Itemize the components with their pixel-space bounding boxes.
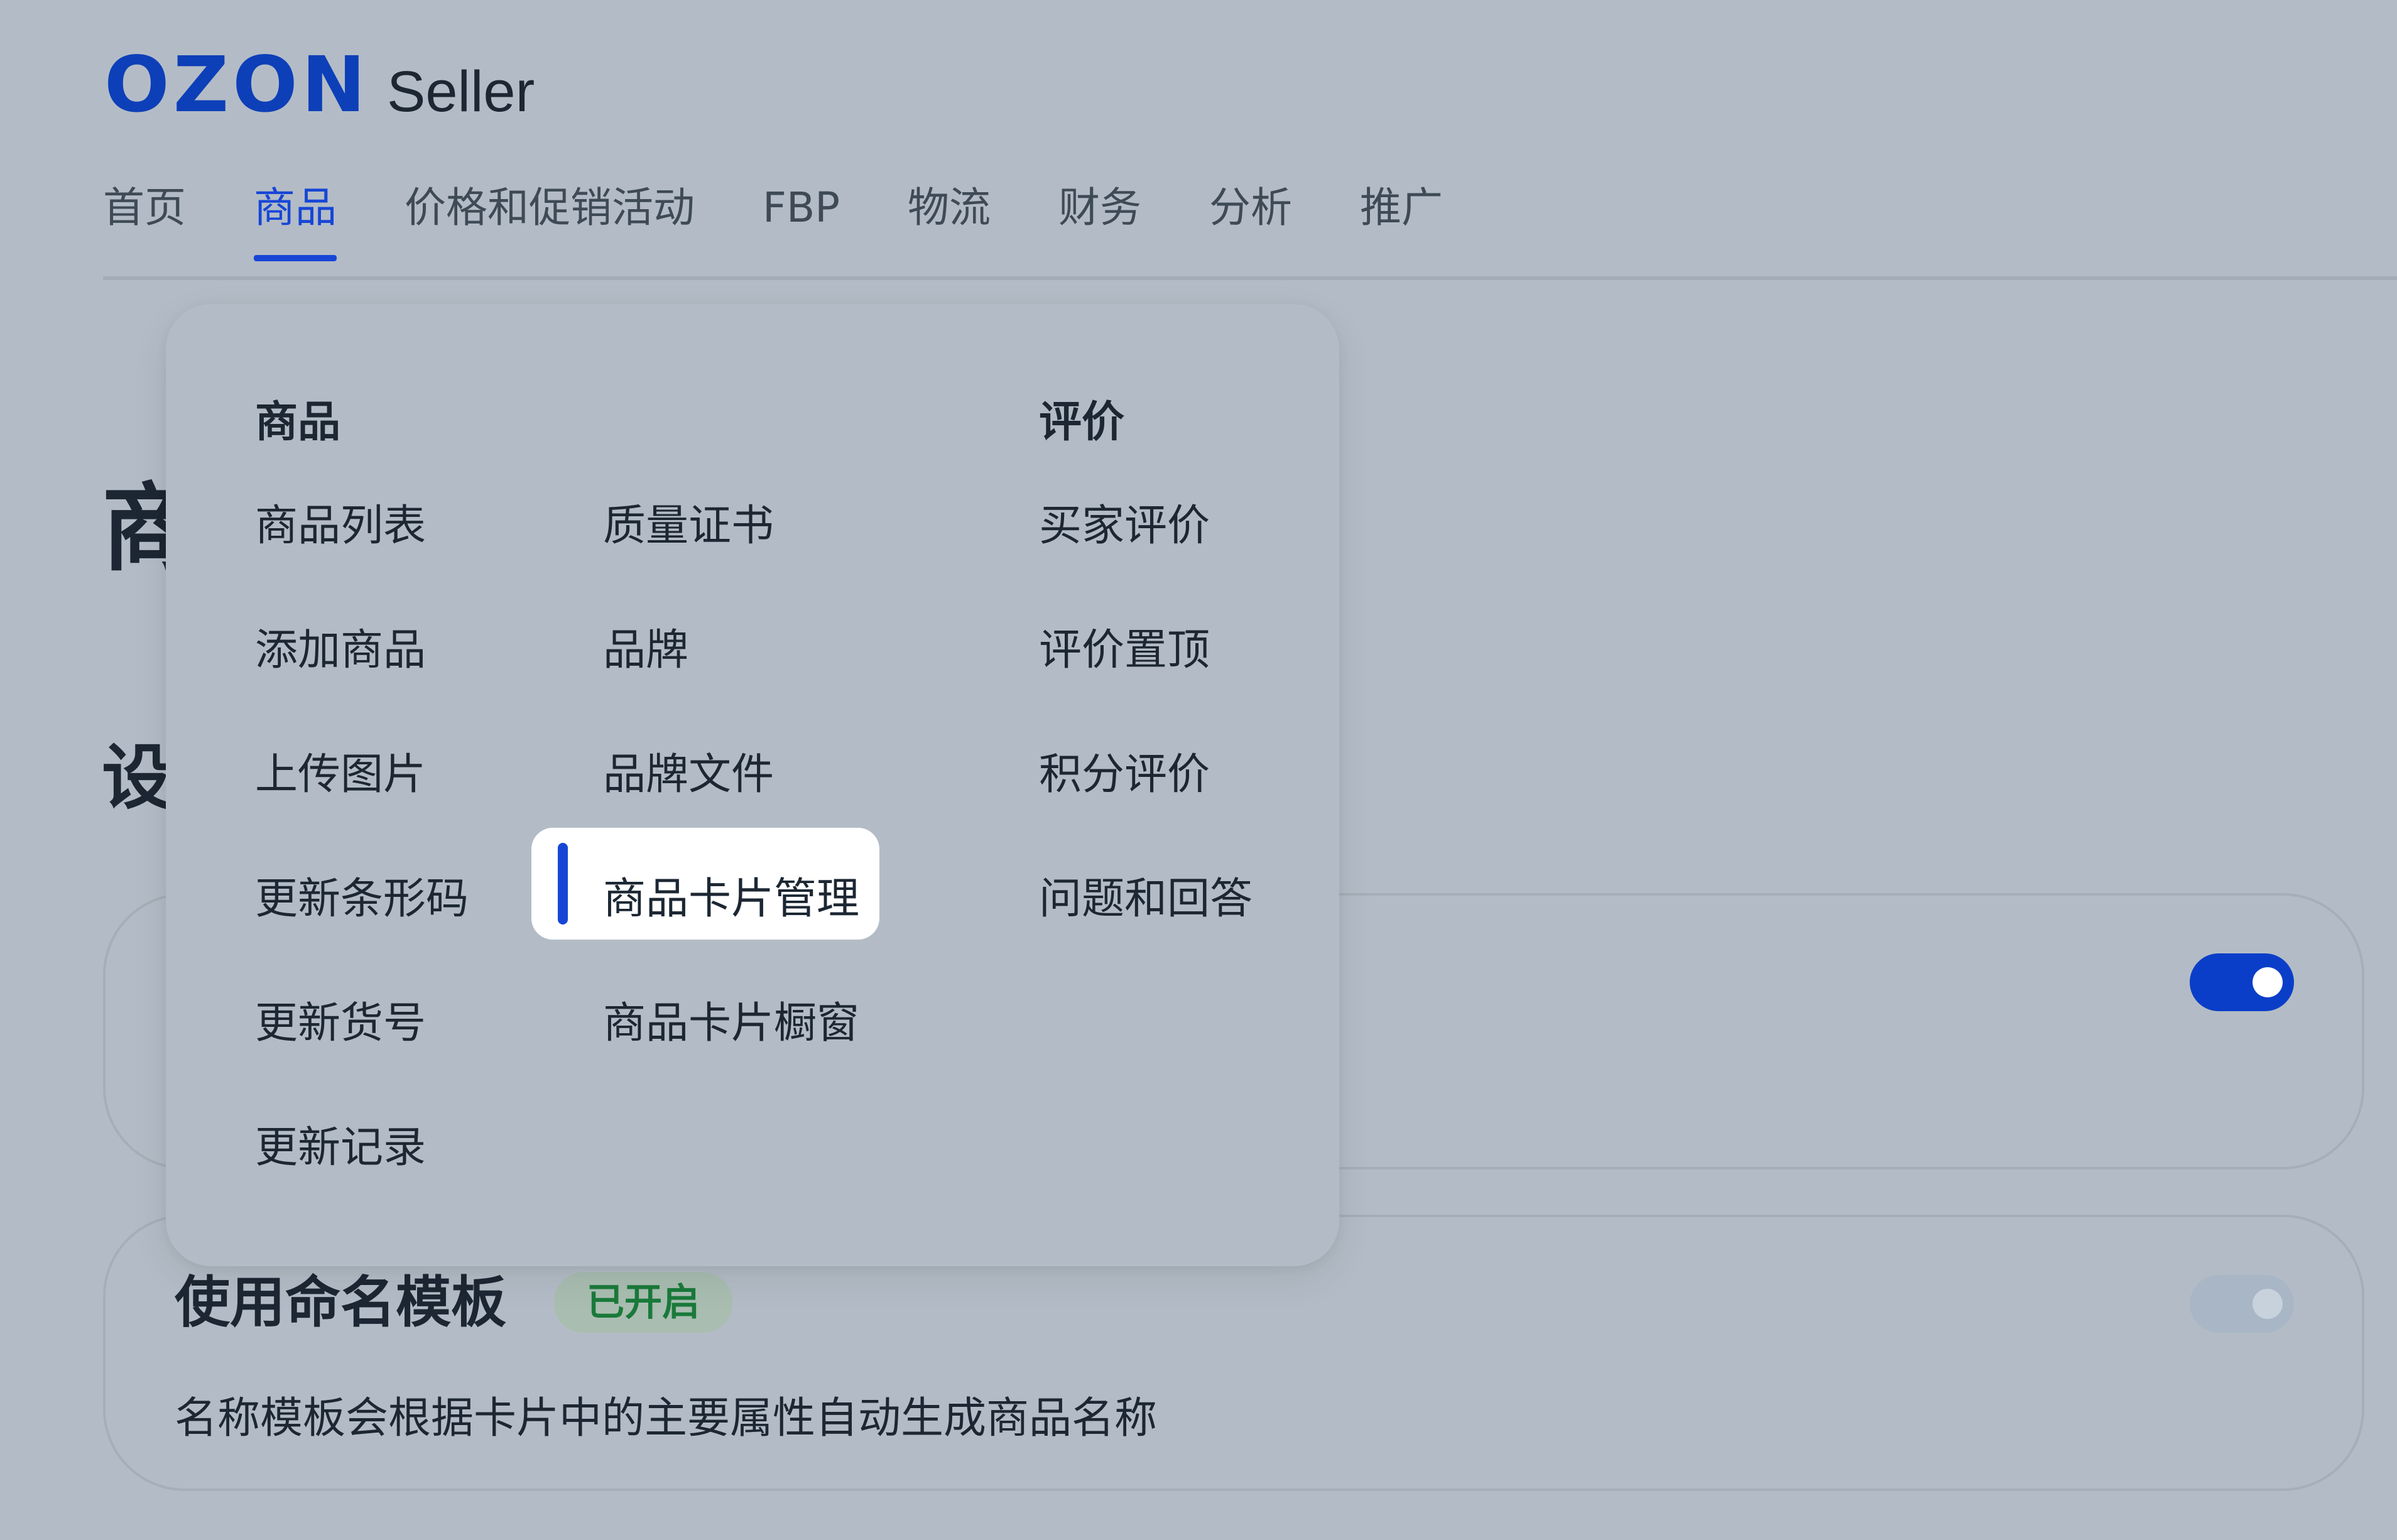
menu-item-upload-images[interactable]: 上传图片: [255, 754, 469, 878]
menu-item-points-reviews[interactable]: 积分评价: [1039, 754, 1253, 878]
menu-item-pinned-reviews[interactable]: 评价置顶: [1039, 629, 1253, 754]
tab-prices-promotions[interactable]: 价格和促销活动: [405, 177, 695, 261]
menu-item-label: 商品卡片管理: [603, 874, 860, 924]
tab-fbp[interactable]: FBP: [763, 177, 840, 261]
tab-products[interactable]: 商品: [254, 177, 337, 261]
menu-heading-goods: 商品: [255, 398, 341, 447]
ozon-seller-logo[interactable]: OZON Seller: [104, 46, 535, 123]
name-template-description: 名称模板会根据卡片中的主要属性自动生成商品名称: [175, 1394, 1158, 1443]
products-dropdown-menu: 商品 评价 商品列表 添加商品 上传图片 更新条形码 更新货号 更新记录 质量证…: [166, 304, 1339, 1266]
tab-logistics[interactable]: 物流: [908, 177, 991, 261]
toggle-knob: [2253, 967, 2283, 997]
tab-finance[interactable]: 财务: [1058, 177, 1141, 261]
menu-column-goods: 商品列表 添加商品 上传图片 更新条形码 更新货号 更新记录: [255, 505, 469, 1251]
menu-heading-reviews: 评价: [1039, 398, 1125, 447]
menu-item-product-card-showcase[interactable]: 商品卡片橱窗: [603, 1002, 859, 1127]
section-title: 设: [102, 737, 172, 819]
active-indicator: [558, 843, 568, 925]
menu-item-brands[interactable]: 品牌: [603, 629, 859, 754]
page: OZON Seller 首页 商品 价格和促销活动 FBP 物流 财务 分析 推…: [0, 0, 2397, 1540]
menu-column-goods-2: 质量证书 品牌 品牌文件 商品卡片管理 商品卡片橱窗: [531, 505, 879, 1127]
name-template-toggle[interactable]: [2190, 1275, 2294, 1333]
tab-promotion[interactable]: 推广: [1360, 177, 1443, 261]
tab-analytics[interactable]: 分析: [1209, 177, 1292, 261]
menu-item-update-sku[interactable]: 更新货号: [255, 1002, 469, 1127]
name-template-header: 使用命名模板 已开启: [175, 1270, 733, 1335]
menu-item-product-list[interactable]: 商品列表: [255, 505, 469, 629]
main-nav: 首页 商品 价格和促销活动 FBP 物流 财务 分析 推广: [103, 177, 1511, 261]
name-template-title: 使用命名模板: [175, 1270, 507, 1335]
menu-item-buyer-reviews[interactable]: 买家评价: [1039, 505, 1253, 629]
tab-home[interactable]: 首页: [103, 177, 186, 261]
setting-toggle[interactable]: [2190, 953, 2294, 1011]
status-badge: 已开启: [554, 1272, 733, 1333]
nav-divider: [103, 276, 2397, 280]
seller-label: Seller: [387, 60, 535, 124]
ozon-logo-mark: OZON: [104, 40, 369, 129]
toggle-knob: [2253, 1289, 2283, 1319]
menu-item-update-barcodes[interactable]: 更新条形码: [255, 878, 469, 1002]
menu-item-product-card-management[interactable]: 商品卡片管理: [531, 828, 879, 1002]
menu-item-update-history[interactable]: 更新记录: [255, 1127, 469, 1251]
menu-item-add-product[interactable]: 添加商品: [255, 629, 469, 754]
menu-item-quality-certificates[interactable]: 质量证书: [603, 505, 859, 629]
menu-column-reviews: 买家评价 评价置顶 积分评价 问题和回答: [1039, 505, 1253, 1002]
menu-item-questions-answers[interactable]: 问题和回答: [1039, 878, 1253, 1002]
